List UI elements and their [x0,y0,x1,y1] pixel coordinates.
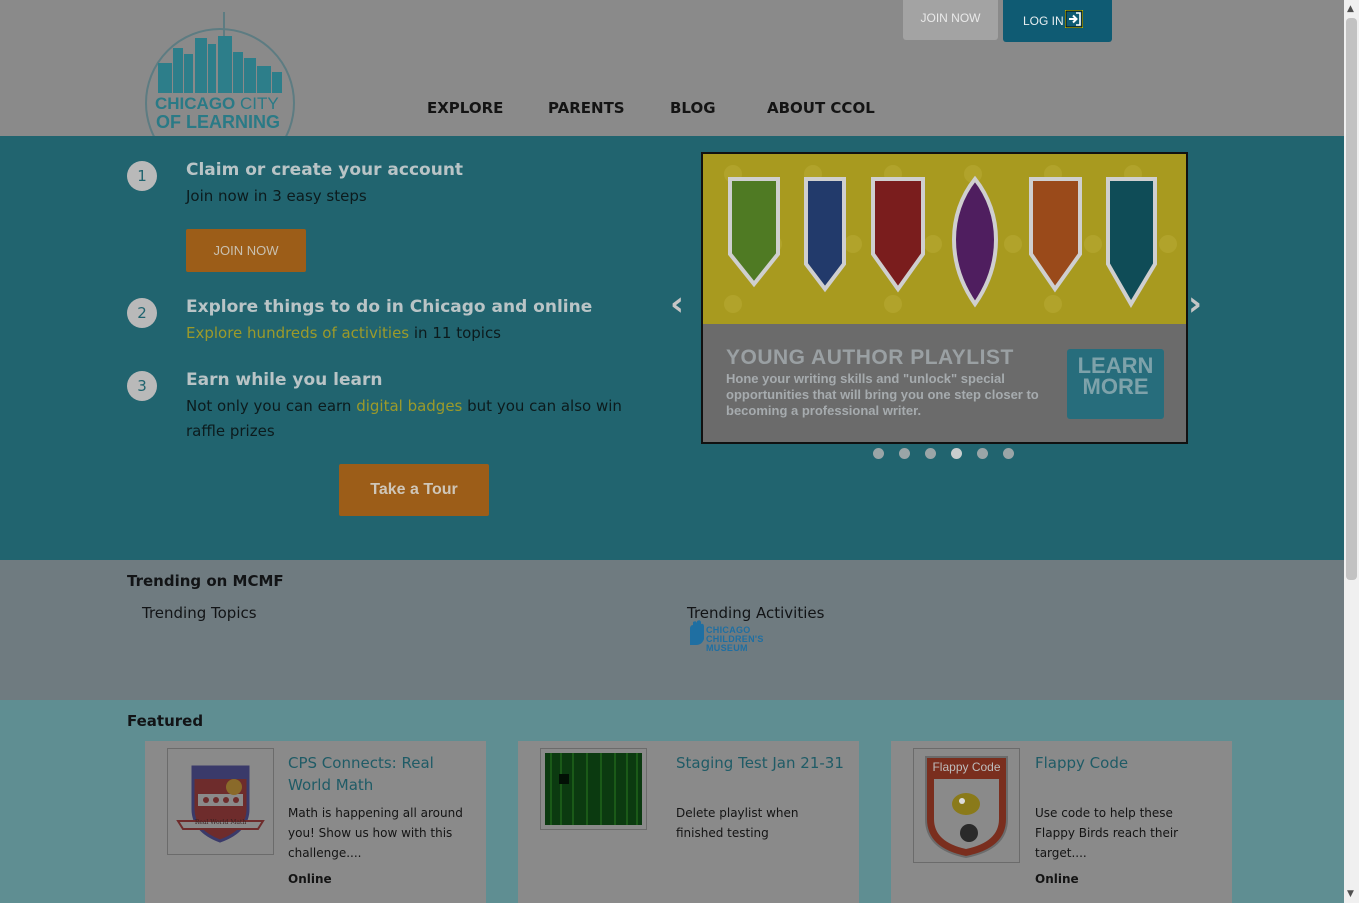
learn-more-button[interactable]: LEARN MORE [1067,349,1164,419]
step-1-number: 1 [127,161,157,191]
logo-chicago: CHICAGO [155,94,236,113]
featured-card-1[interactable]: Real World Math CPS Connects: Real World… [145,741,486,903]
take-a-tour-button[interactable]: Take a Tour [339,464,489,516]
scroll-down-arrow-icon[interactable]: ▼ [1347,889,1354,899]
card-1-location: Online [288,872,332,886]
slide-body: Hone your writing skills and "unlock" sp… [726,371,1039,418]
step-1-title: Claim or create your account [186,160,464,180]
featured-card-2[interactable]: Staging Test Jan 21-31 Delete playlist w… [518,741,859,903]
digital-badges-link[interactable]: digital badges [356,397,462,415]
featured-title: Featured [127,712,204,730]
scroll-up-arrow-icon[interactable]: ▲ [1347,4,1354,14]
carousel-dot-4[interactable] [951,448,962,459]
slide-title: YOUNG AUTHOR PLAYLIST [726,346,1014,369]
card-2-image [540,748,647,830]
step-2-desc-tail: in 11 topics [409,324,501,342]
carousel-prev-arrow-icon[interactable]: ‹ [670,284,684,324]
trending-topics-label: Trending Topics [142,604,257,622]
join-now-hero-button[interactable]: JOIN NOW [186,229,306,272]
card-1-desc: Math is happening all around you! Show u… [288,806,463,860]
carousel-dot-5[interactable] [977,448,988,459]
nav-blog[interactable]: BLOG [670,99,716,117]
step-3-number: 3 [127,371,157,401]
card-1-badge-image: Real World Math [167,748,274,855]
site-header: CHICAGO CITY OF LEARNING JOIN NOW LOG IN… [0,0,1344,178]
log-in-label: LOG IN [1023,14,1064,28]
card-2-desc: Delete playlist when finished testing [676,806,799,840]
childrens-museum-logo[interactable]: CHICAGO CHILDREN'S MUSEUM [686,619,766,653]
carousel-dot-1[interactable] [873,448,884,459]
trending-title: Trending on MCMF [127,572,284,590]
card-1-title[interactable]: CPS Connects: Real World Math [288,752,478,796]
carousel-next-arrow-icon[interactable]: › [1188,284,1202,324]
nav-parents[interactable]: PARENTS [548,99,625,117]
step-3-title: Earn while you learn [186,370,383,390]
slide-image [703,154,1186,324]
scrollbar-thumb[interactable] [1346,18,1357,580]
step-2-desc: Explore hundreds of activities in 11 top… [186,321,626,346]
carousel-dot-3[interactable] [925,448,936,459]
page: CHICAGO CITY OF LEARNING JOIN NOW LOG IN… [0,0,1344,903]
card-3-badge-text: Flappy Code [932,760,1001,774]
step-3-desc-head: Not only you can earn [186,397,357,415]
nav-about-ccol[interactable]: ABOUT CCOL [767,99,875,117]
site-logo[interactable]: CHICAGO CITY OF LEARNING [140,8,305,178]
museum-logo-text: CHICAGO CHILDREN'S MUSEUM [706,625,764,653]
card-2-title[interactable]: Staging Test Jan 21-31 [676,752,851,774]
card-3-desc: Use code to help these Flappy Birds reac… [1035,806,1179,860]
step-1-desc: Join now in 3 easy steps [186,187,367,205]
vertical-scrollbar[interactable]: ▲ ▼ [1344,0,1359,903]
logo-city: CITY [240,94,279,113]
step-2-title: Explore things to do in Chicago and onli… [186,297,593,317]
carousel-dot-6[interactable] [1003,448,1014,459]
card-3-badge-image: Flappy Code [913,748,1020,863]
card-3-title[interactable]: Flappy Code [1035,752,1225,774]
carousel-slide[interactable]: YOUNG AUTHOR PLAYLIST Hone your writing … [701,152,1188,444]
explore-activities-link[interactable]: Explore hundreds of activities [186,324,409,342]
join-now-top-button[interactable]: JOIN NOW [903,0,998,40]
slide-caption-panel: YOUNG AUTHOR PLAYLIST Hone your writing … [703,324,1186,442]
carousel-dot-2[interactable] [899,448,910,459]
step-2-number: 2 [127,298,157,328]
card-1-badge-text: Real World Math [194,819,247,826]
sign-in-icon [1065,10,1083,28]
step-3-desc: Not only you can earn digital badges but… [186,394,626,444]
logo-of-learning: OF LEARNING [156,112,280,132]
log-in-button[interactable]: LOG IN [1003,0,1112,42]
nav-explore[interactable]: EXPLORE [427,99,503,117]
card-3-location: Online [1035,872,1079,886]
featured-card-3[interactable]: Flappy Code Flappy Code Use code to help… [891,741,1232,903]
